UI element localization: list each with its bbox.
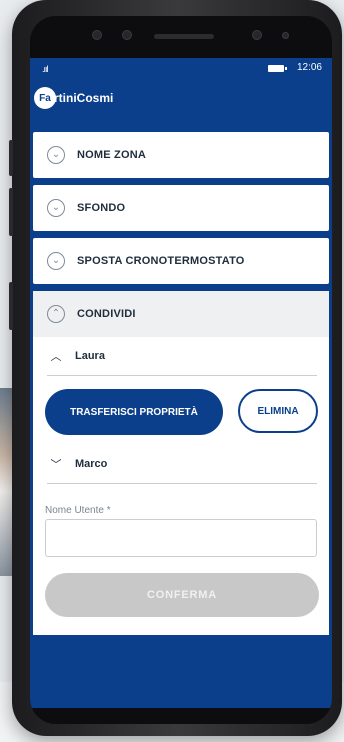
menu-item-label: SPOSTA CRONOTERMOSTATO [77,255,245,267]
status-bar: .ııl 12:06 [30,58,332,80]
phone-side-button [9,140,13,176]
menu-item-sposta-cronotermostato[interactable]: ⌄ SPOSTA CRONOTERMOSTATO [33,238,329,284]
username-label: Nome Utente * [45,505,111,516]
phone-side-button [9,188,13,236]
menu-item-label: NOME ZONA [77,149,147,161]
battery-icon [268,65,287,72]
brand-logo-badge: Fa [34,87,56,109]
username-input[interactable] [45,519,317,557]
phone-screen-area: .ııl 12:06 Fa rtiniCosmi ⌄ NOME ZONA ⌄ S… [30,16,332,724]
delete-button[interactable]: ELIMINA [238,389,318,433]
shared-user-name: Laura [75,350,105,362]
sensor-icon [282,32,289,39]
speaker-grille [154,34,214,39]
confirm-button[interactable]: CONFERMA [45,573,319,617]
shared-user-row-laura[interactable]: ︿ Laura [33,341,329,371]
transfer-ownership-button[interactable]: TRASFERISCI PROPRIETÀ [45,389,223,435]
front-camera-icon [92,30,102,40]
phone-bottom-bezel [30,708,332,724]
chevron-down-icon: ⌄ [47,252,65,270]
divider [47,375,317,376]
divider [47,483,317,484]
menu-item-nome-zona[interactable]: ⌄ NOME ZONA [33,132,329,178]
menu-item-sfondo[interactable]: ⌄ SFONDO [33,185,329,231]
sensor-icon [122,30,132,40]
shared-user-name: Marco [75,458,108,470]
chevron-up-icon: ︿ [50,351,62,363]
share-panel: ︿ Laura TRASFERISCI PROPRIETÀ ELIMINA ﹀ … [33,337,329,635]
signal-icon: .ııl [42,64,48,74]
chevron-down-icon: ⌄ [47,199,65,217]
brand-logo: Fa rtiniCosmi [34,86,113,110]
brand-logo-text: rtiniCosmi [54,91,114,105]
chevron-down-icon: ⌄ [47,146,65,164]
proximity-sensor-icon [252,30,262,40]
phone-frame: .ııl 12:06 Fa rtiniCosmi ⌄ NOME ZONA ⌄ S… [9,0,342,736]
menu-item-label: CONDIVIDI [77,308,136,320]
phone-side-button [9,282,13,330]
chevron-down-icon: ﹀ [50,459,62,471]
chevron-up-icon: ⌃ [47,305,65,323]
status-time: 12:06 [296,62,322,73]
menu-item-condividi[interactable]: ⌃ CONDIVIDI [33,291,329,337]
phone-top-bezel [30,16,332,58]
shared-user-row-marco[interactable]: ﹀ Marco [33,449,329,479]
menu-item-label: SFONDO [77,202,126,214]
app-screen: .ııl 12:06 Fa rtiniCosmi ⌄ NOME ZONA ⌄ S… [30,58,332,708]
